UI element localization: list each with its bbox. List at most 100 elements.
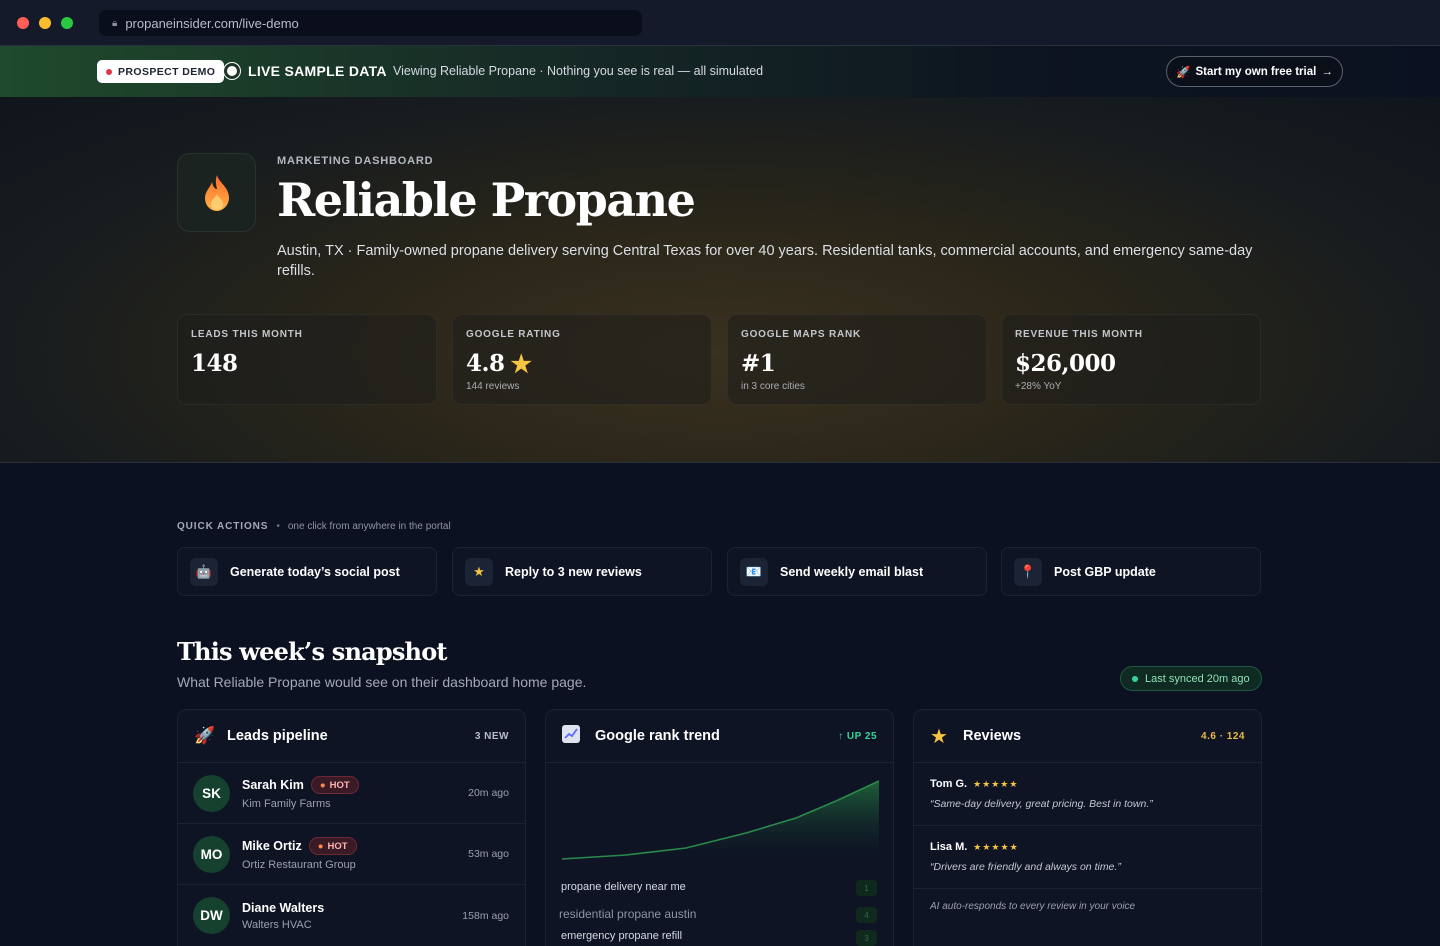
- lead-time: 20m ago: [468, 787, 509, 799]
- lead-company: Ortiz Restaurant Group: [242, 859, 356, 871]
- lead-name-row: Mike Ortiz ● HOT: [242, 837, 468, 855]
- url-text: propaneinsider.com/live-demo: [125, 15, 299, 31]
- ai-response-note: AI auto-responds to every review in your…: [930, 901, 1136, 912]
- flame-icon: [204, 174, 229, 211]
- window-minimize-button[interactable]: [39, 17, 51, 29]
- review-quote: “Same-day delivery, great pricing. Best …: [930, 798, 1153, 810]
- review-author-row: Tom G. ★★★★★: [930, 778, 1245, 790]
- quick-action-label: Generate today’s social post: [230, 564, 400, 579]
- stat-sub: in 3 core cities: [741, 381, 805, 392]
- lead-row[interactable]: SK Sarah Kim ● HOT Kim Family Farms 20m a…: [178, 763, 525, 824]
- review-stars: ★★★★★: [973, 778, 1019, 789]
- reviews-card: ★ Reviews 4.6 · 124 Tom G. ★★★★★ “Same-d…: [913, 709, 1262, 946]
- leads-pipeline-card: 🚀 Leads pipeline 3 NEW SK Sarah Kim ● HOT…: [177, 709, 526, 946]
- lead-name-row: Sarah Kim ● HOT: [242, 776, 468, 794]
- quick-actions-header: QUICK ACTIONS • one click from anywhere …: [177, 521, 451, 532]
- stat-value-text: 148: [191, 350, 238, 377]
- avatar: MO: [193, 835, 230, 873]
- browser-chrome: 🔒︎ propaneinsider.com/live-demo: [0, 0, 1440, 46]
- lead-name: Sarah Kim: [242, 778, 304, 792]
- star-icon: ★: [510, 348, 533, 378]
- lead-row[interactable]: MO Mike Ortiz ● HOT Ortiz Restaurant Grou…: [178, 824, 525, 885]
- quick-action-email-blast[interactable]: 📧 Send weekly email blast: [727, 547, 987, 596]
- review-item[interactable]: Tom G. ★★★★★ “Same-day delivery, great p…: [914, 763, 1261, 826]
- lead-company: Walters HVAC: [242, 918, 312, 931]
- lead-name-row: Diane Walters: [242, 901, 462, 915]
- prospect-demo-pill: PROSPECT DEMO: [97, 60, 225, 83]
- sync-status-badge: Last synced 20m ago: [1120, 666, 1262, 691]
- chart-icon: [562, 724, 584, 748]
- window-close-button[interactable]: [17, 17, 29, 29]
- keyword-label: residential propane austin: [559, 907, 697, 921]
- rank-chart: propane delivery near me 1 residential p…: [546, 763, 893, 946]
- stat-card-revenue: REVENUE THIS MONTH $26,000 +28% YoY: [1001, 314, 1261, 405]
- business-description: Austin, TX · Family-owned propane delive…: [277, 243, 1253, 279]
- avatar: DW: [193, 897, 230, 934]
- hero-section: MARKETING DASHBOARD Reliable Propane Aus…: [0, 97, 1440, 463]
- lead-info: Diane Walters Walters HVAC: [242, 901, 462, 931]
- green-dot-icon: [1132, 675, 1138, 682]
- stat-sub: 144 reviews: [466, 381, 520, 392]
- rating-badge: 4.6 · 124: [1201, 730, 1245, 742]
- card-title: Leads pipeline: [227, 728, 328, 744]
- card-title: Reviews: [963, 728, 1022, 744]
- card-header: 🚀 Leads pipeline 3 NEW: [178, 710, 525, 763]
- star-icon: ★: [930, 725, 948, 748]
- rank-trend-line: [561, 780, 880, 860]
- review-item[interactable]: Lisa M. ★★★★★ “Drivers are friendly and …: [914, 826, 1261, 889]
- robot-icon: 🤖: [190, 557, 218, 586]
- live-indicator-icon: [224, 63, 240, 79]
- lead-company: Kim Family Farms: [242, 798, 331, 810]
- fire-icon: ●: [317, 840, 324, 852]
- prospect-demo-label: PROSPECT DEMO: [118, 65, 216, 78]
- stat-value-text: $26,000: [1015, 350, 1116, 377]
- snapshot-subtitle: What Reliable Propane would see on their…: [177, 674, 587, 690]
- sync-status-text: Last synced 20m ago: [1145, 672, 1250, 685]
- quick-action-reply-reviews[interactable]: ★ Reply to 3 new reviews: [452, 547, 712, 596]
- lead-name: Diane Walters: [242, 900, 325, 915]
- pin-icon: 📍: [1014, 557, 1042, 586]
- live-sample-label: LIVE SAMPLE DATA: [248, 63, 387, 79]
- lock-icon: 🔒︎: [112, 17, 118, 29]
- lead-info: Mike Ortiz ● HOT Ortiz Restaurant Group: [242, 837, 468, 871]
- window-maximize-button[interactable]: [61, 17, 73, 29]
- star-icon: ★: [465, 557, 493, 586]
- hot-badge: ● HOT: [310, 776, 359, 794]
- address-bar[interactable]: 🔒︎ propaneinsider.com/live-demo: [99, 10, 642, 36]
- rocket-icon: 🚀: [1176, 66, 1191, 79]
- stat-value: 148: [191, 350, 423, 377]
- quick-action-label: Post GBP update: [1054, 564, 1156, 579]
- stat-value-text: 4.8: [466, 350, 505, 377]
- stat-value: #1: [741, 350, 973, 377]
- dashboard-eyebrow: MARKETING DASHBOARD: [277, 155, 434, 167]
- keyword-label: propane delivery near me: [561, 881, 686, 893]
- card-header: Google rank trend ↑ UP 25: [546, 710, 893, 763]
- google-rank-card: Google rank trend ↑ UP 25 propane delive…: [545, 709, 894, 946]
- stat-label: REVENUE THIS MONTH: [1015, 329, 1143, 340]
- new-leads-badge: 3 NEW: [474, 730, 509, 742]
- quick-action-social-post[interactable]: 🤖 Generate today’s social post: [177, 547, 437, 596]
- start-trial-button[interactable]: 🚀 Start my own free trial →: [1166, 56, 1343, 87]
- stat-card-maps-rank: GOOGLE MAPS RANK #1 in 3 core cities: [727, 314, 987, 405]
- stat-label: GOOGLE MAPS RANK: [741, 329, 862, 340]
- review-author-row: Lisa M. ★★★★★: [930, 841, 1245, 853]
- stat-value: 4.8 ★: [466, 350, 698, 377]
- banner-note: Viewing Reliable Propane · Nothing you s…: [393, 64, 764, 78]
- quick-action-gbp-update[interactable]: 📍 Post GBP update: [1001, 547, 1261, 596]
- arrow-right-icon: →: [1321, 65, 1333, 78]
- lead-row[interactable]: DW Diane Walters Walters HVAC 158m ago: [178, 885, 525, 946]
- stat-card-leads: LEADS THIS MONTH 148: [177, 314, 437, 405]
- start-trial-label: Start my own free trial: [1195, 65, 1317, 78]
- lead-name: Mike Ortiz: [242, 839, 302, 853]
- card-title: Google rank trend: [595, 728, 720, 744]
- quick-actions-title: QUICK ACTIONS: [177, 521, 269, 532]
- lead-time: 158m ago: [462, 909, 509, 922]
- business-logo: [177, 153, 256, 232]
- review-author: Lisa M.: [930, 841, 968, 853]
- lead-time: 53m ago: [468, 848, 509, 860]
- stat-value: $26,000: [1015, 350, 1247, 377]
- snapshot-title: This week’s snapshot: [177, 637, 448, 666]
- stat-label: GOOGLE RATING: [466, 329, 561, 340]
- lead-info: Sarah Kim ● HOT Kim Family Farms: [242, 776, 468, 810]
- red-dot-icon: [106, 68, 112, 75]
